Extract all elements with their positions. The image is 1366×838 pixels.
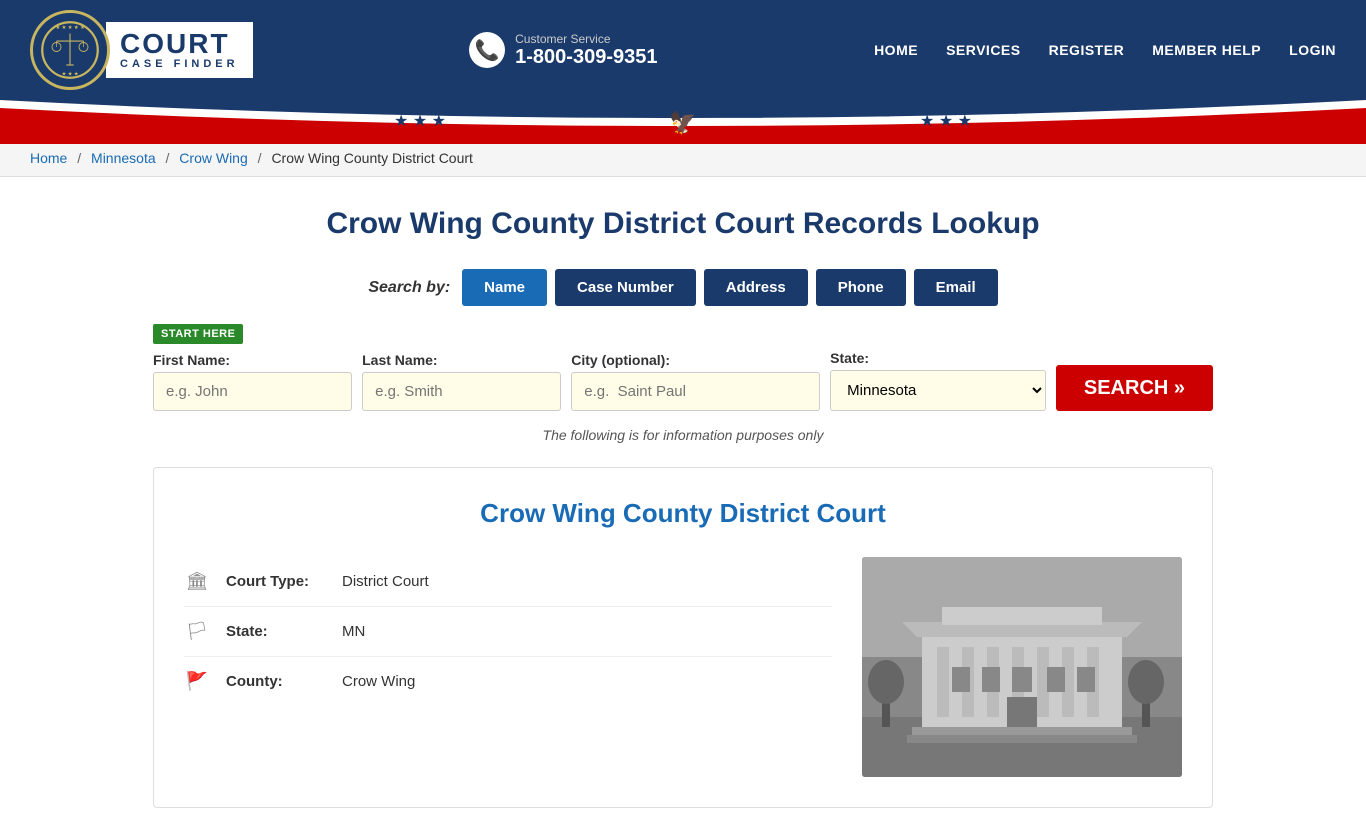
- cs-label: Customer Service: [515, 32, 657, 46]
- nav-home[interactable]: HOME: [874, 42, 918, 58]
- state-label-row: State:: [226, 623, 326, 640]
- search-by-row: Search by: Name Case Number Address Phon…: [153, 269, 1213, 306]
- state-value: MN: [342, 623, 365, 640]
- eagle-banner: ★ ★ ★ 🦅 ★ ★ ★: [0, 100, 1366, 140]
- svg-text:★ ★ ★: ★ ★ ★: [61, 72, 78, 78]
- breadcrumb-home[interactable]: Home: [30, 150, 67, 166]
- nav-login[interactable]: LOGIN: [1289, 42, 1336, 58]
- county-value: Crow Wing: [342, 673, 415, 690]
- logo-area: ★ ★ ★ ★ ★ ★ ★ ★ COURT CASE FINDER: [30, 10, 253, 90]
- logo-text: COURT CASE FINDER: [106, 22, 253, 78]
- cs-info: Customer Service 1-800-309-9351: [515, 32, 657, 69]
- court-type-label: Court Type:: [226, 573, 326, 590]
- tab-phone[interactable]: Phone: [816, 269, 906, 306]
- page-title: Crow Wing County District Court Records …: [153, 207, 1213, 241]
- tab-email[interactable]: Email: [914, 269, 998, 306]
- court-card: Crow Wing County District Court 🏛 Court …: [153, 467, 1213, 808]
- nav-register[interactable]: REGISTER: [1049, 42, 1125, 58]
- last-name-input[interactable]: [362, 372, 561, 411]
- sep2: /: [166, 150, 170, 166]
- court-type-row: 🏛 Court Type: District Court: [184, 557, 832, 607]
- last-name-group: Last Name:: [362, 352, 561, 411]
- search-form: First Name: Last Name: City (optional): …: [153, 350, 1213, 411]
- svg-text:★ ★ ★: ★ ★ ★: [920, 113, 972, 130]
- svg-text:★ ★ ★ ★ ★: ★ ★ ★ ★ ★: [55, 25, 85, 31]
- search-by-label: Search by:: [368, 279, 450, 297]
- nav-member-help[interactable]: MEMBER HELP: [1152, 42, 1261, 58]
- sep3: /: [258, 150, 262, 166]
- logo-badge: ★ ★ ★ ★ ★ ★ ★ ★: [30, 10, 110, 90]
- phone-icon: 📞: [469, 32, 505, 68]
- tab-name[interactable]: Name: [462, 269, 547, 306]
- search-button-label: SEARCH »: [1084, 377, 1185, 400]
- last-name-label: Last Name:: [362, 352, 561, 368]
- tab-case-number[interactable]: Case Number: [555, 269, 696, 306]
- state-label: State:: [830, 350, 1046, 366]
- court-building-svg: [862, 557, 1182, 777]
- nav-services[interactable]: SERVICES: [946, 42, 1021, 58]
- tab-address[interactable]: Address: [704, 269, 808, 306]
- sep1: /: [77, 150, 81, 166]
- first-name-group: First Name:: [153, 352, 352, 411]
- info-note: The following is for information purpose…: [153, 427, 1213, 443]
- search-section: START HERE First Name: Last Name: City (…: [153, 324, 1213, 411]
- breadcrumb: Home / Minnesota / Crow Wing / Crow Wing…: [0, 140, 1366, 177]
- main-nav: HOME SERVICES REGISTER MEMBER HELP LOGIN: [874, 42, 1336, 58]
- court-card-title: Crow Wing County District Court: [184, 498, 1182, 529]
- city-label: City (optional):: [571, 352, 820, 368]
- svg-text:🦅: 🦅: [669, 109, 696, 135]
- state-row: 🏳 State: MN: [184, 607, 832, 657]
- court-image: [862, 557, 1182, 777]
- state-group: State: AlabamaAlaskaArizonaArkansasCalif…: [830, 350, 1046, 411]
- main-content: Crow Wing County District Court Records …: [133, 177, 1233, 838]
- logo-sub-text: CASE FINDER: [120, 58, 239, 70]
- county-label: County:: [226, 673, 326, 690]
- customer-service: 📞 Customer Service 1-800-309-9351: [469, 32, 657, 69]
- logo-court-text: COURT: [120, 30, 239, 58]
- logo-emblem-svg: ★ ★ ★ ★ ★ ★ ★ ★: [40, 20, 100, 80]
- first-name-input[interactable]: [153, 372, 352, 411]
- site-header: ★ ★ ★ ★ ★ ★ ★ ★ COURT CASE FINDER 📞 Cust…: [0, 0, 1366, 100]
- court-info-rows: 🏛 Court Type: District Court 🏳 State: MN…: [184, 557, 832, 777]
- breadcrumb-state[interactable]: Minnesota: [91, 150, 156, 166]
- city-input[interactable]: [571, 372, 820, 411]
- breadcrumb-county[interactable]: Crow Wing: [179, 150, 247, 166]
- court-details: 🏛 Court Type: District Court 🏳 State: MN…: [184, 557, 1182, 777]
- city-group: City (optional):: [571, 352, 820, 411]
- flag-icon: 🏳: [184, 621, 210, 642]
- county-row: 🚩 County: Crow Wing: [184, 657, 832, 706]
- pennant-icon: 🚩: [184, 671, 210, 692]
- first-name-label: First Name:: [153, 352, 352, 368]
- cs-phone: 1-800-309-9351: [515, 46, 657, 69]
- breadcrumb-current: Crow Wing County District Court: [271, 150, 473, 166]
- court-type-value: District Court: [342, 573, 429, 590]
- start-here-badge: START HERE: [153, 324, 243, 344]
- svg-text:★ ★ ★: ★ ★ ★: [394, 113, 446, 130]
- state-select[interactable]: AlabamaAlaskaArizonaArkansasCaliforniaCo…: [830, 370, 1046, 411]
- eagle-ribbon-svg: ★ ★ ★ 🦅 ★ ★ ★: [0, 100, 1366, 144]
- building-icon: 🏛: [184, 571, 210, 592]
- search-button[interactable]: SEARCH »: [1056, 365, 1213, 411]
